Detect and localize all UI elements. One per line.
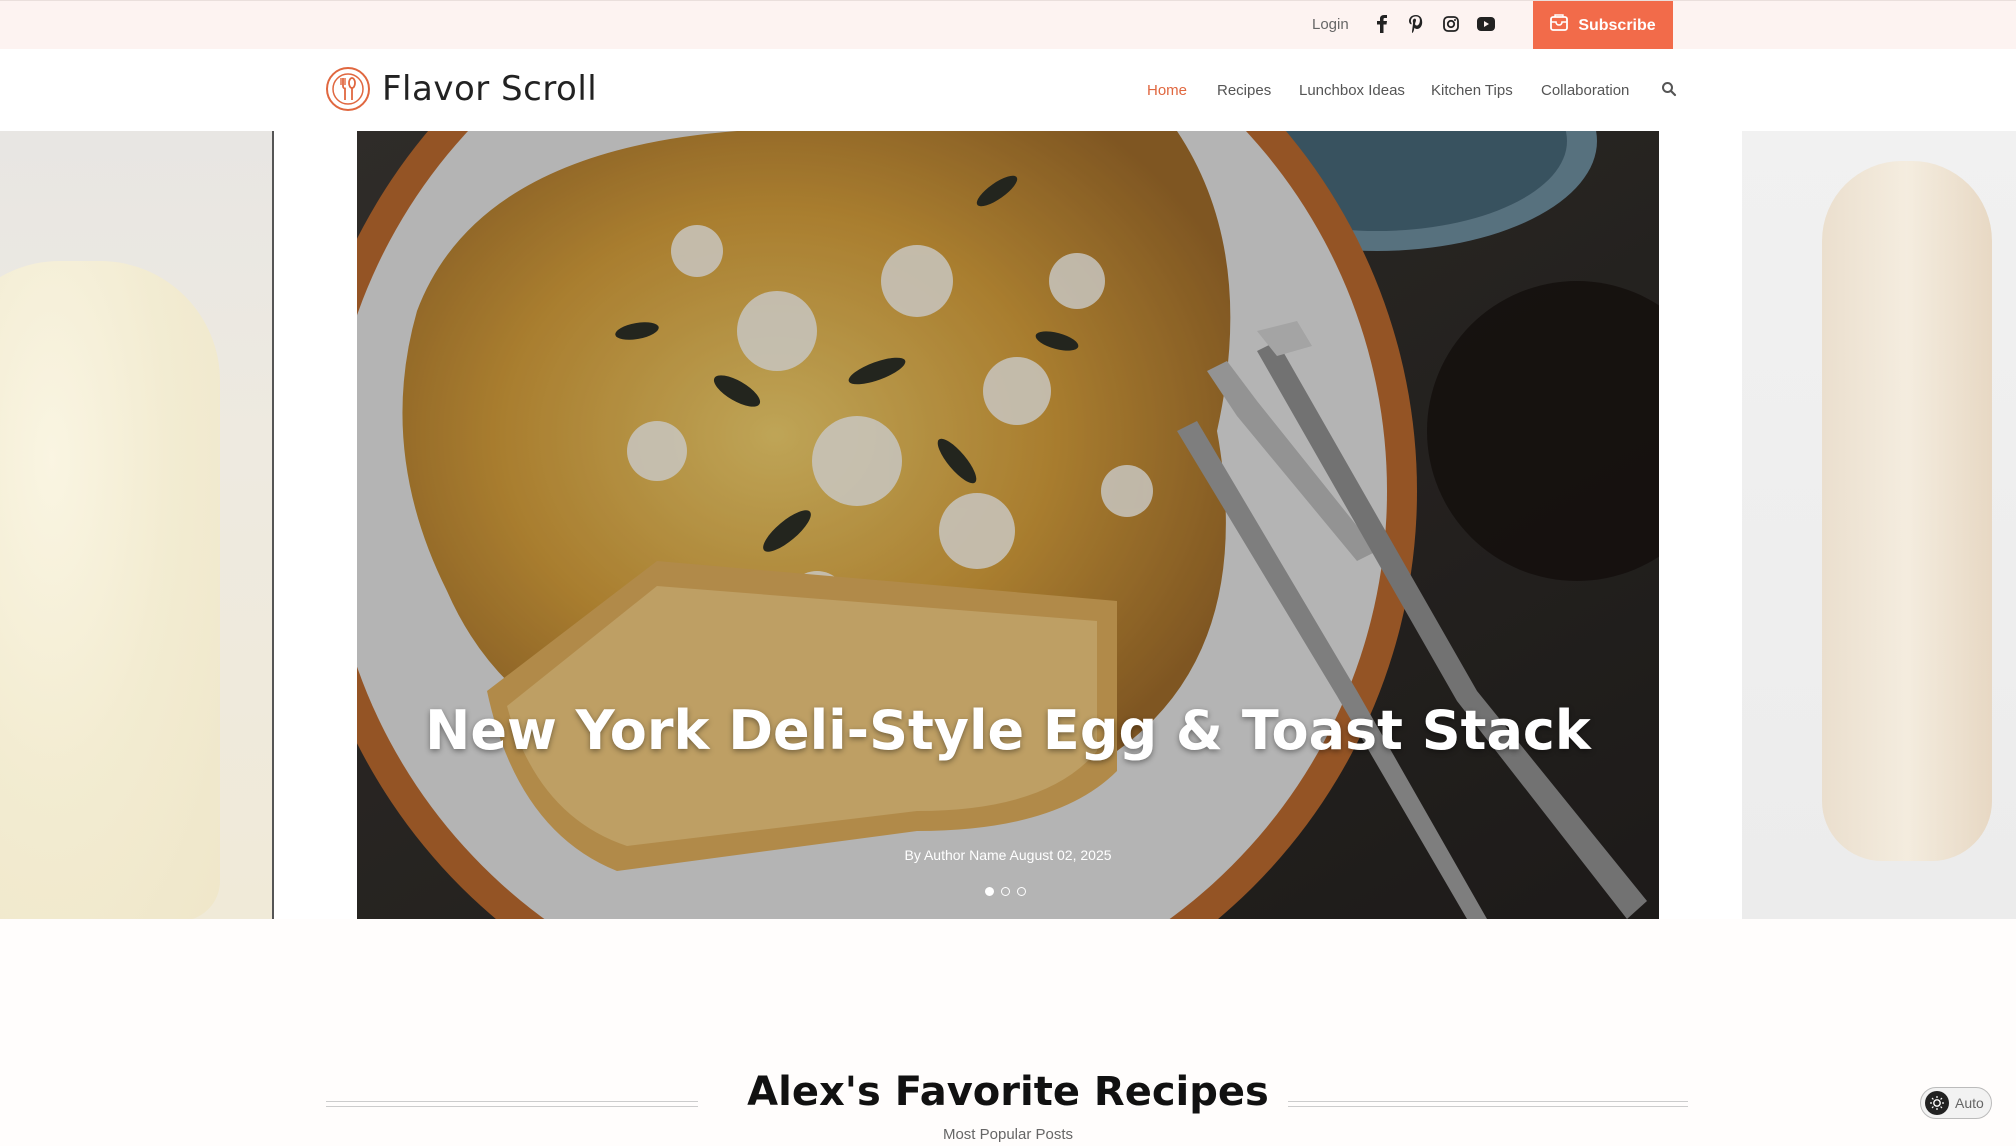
section-title: Alex's Favorite Recipes (747, 1069, 1269, 1115)
nav-home[interactable]: Home (1147, 82, 1187, 99)
pinterest-icon[interactable] (1406, 14, 1426, 34)
sun-icon (1925, 1091, 1949, 1115)
carousel-dots (985, 887, 1026, 896)
fork-spoon-logo-icon[interactable] (325, 66, 371, 112)
mail-icon (1550, 14, 1569, 37)
facebook-icon[interactable] (1372, 14, 1392, 34)
carousel-dot-1[interactable] (985, 887, 994, 896)
theme-toggle-label: Auto (1955, 1095, 1984, 1111)
nav-collaboration[interactable]: Collaboration (1541, 82, 1629, 99)
nav-recipes[interactable]: Recipes (1217, 82, 1271, 99)
theme-toggle[interactable]: Auto (1920, 1087, 1992, 1119)
next-slide-image[interactable] (1742, 131, 2016, 919)
favorite-recipes-section: Alex's Favorite Recipes Most Popular Pos… (0, 919, 2016, 1146)
hero-title[interactable]: New York Deli-Style Egg & Toast Stack (357, 699, 1659, 762)
nav-kitchen-tips[interactable]: Kitchen Tips (1431, 82, 1513, 99)
carousel-dot-2[interactable] (1001, 887, 1010, 896)
hero-meta: By Author Name August 02, 2025 (904, 847, 1112, 863)
site-header: Flavor Scroll Home Recipes Lunchbox Idea… (0, 49, 2016, 132)
youtube-icon[interactable] (1476, 14, 1496, 34)
active-slide[interactable]: New York Deli-Style Egg & Toast Stack By… (357, 131, 1659, 919)
dessert-jar-image (0, 261, 220, 921)
previous-slide-image[interactable] (0, 131, 274, 921)
subscribe-label: Subscribe (1578, 16, 1656, 34)
site-title[interactable]: Flavor Scroll (382, 69, 597, 109)
nav-lunchbox-ideas[interactable]: Lunchbox Ideas (1299, 82, 1405, 99)
hero-carousel: New York Deli-Style Egg & Toast Stack By… (0, 131, 2016, 921)
subscribe-button[interactable]: Subscribe (1533, 1, 1673, 50)
egg-toast-photo (357, 131, 1659, 919)
instagram-icon[interactable] (1441, 14, 1461, 34)
bread-image (1822, 161, 1992, 861)
carousel-dot-3[interactable] (1017, 887, 1026, 896)
login-link[interactable]: Login (1312, 16, 1349, 33)
top-bar: Login Subscribe (0, 0, 2016, 50)
search-icon[interactable] (1661, 81, 1679, 99)
section-subtitle: Most Popular Posts (942, 1126, 1074, 1143)
